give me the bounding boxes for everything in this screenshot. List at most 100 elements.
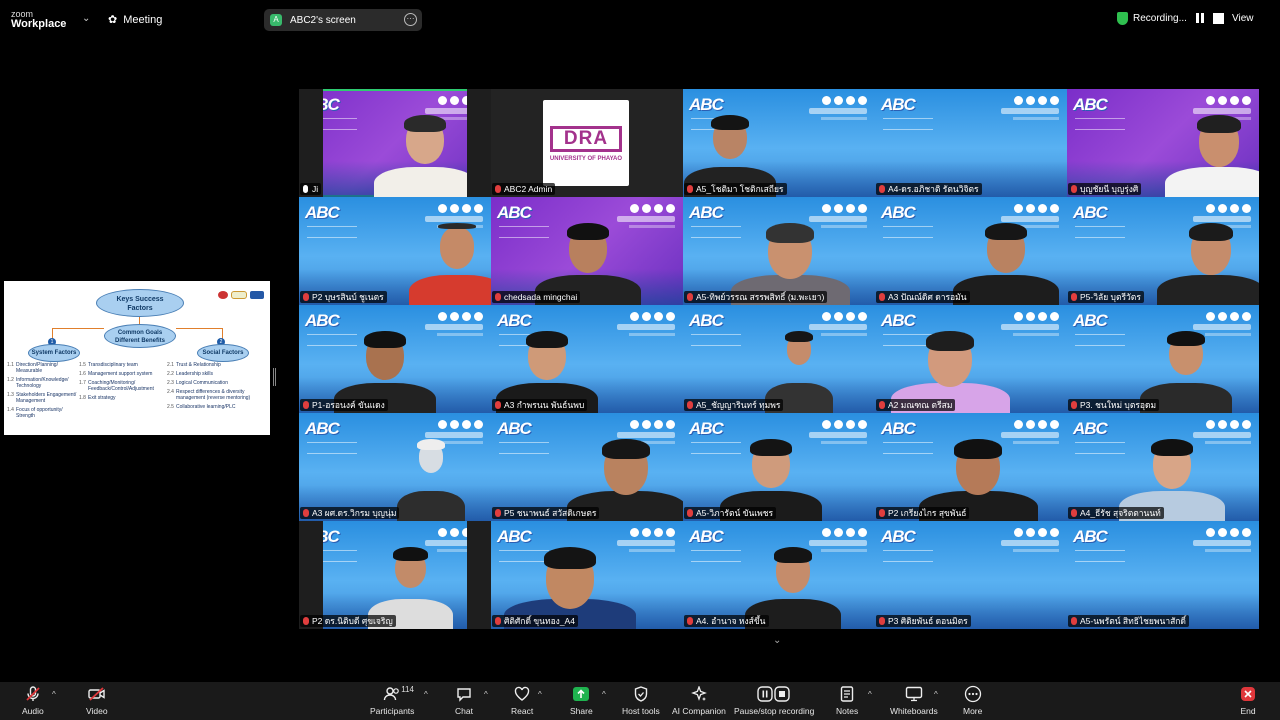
participant-video-hair (784, 331, 814, 343)
background-decoration (630, 420, 675, 429)
background-decoration (630, 204, 675, 213)
participant-tile[interactable]: ABC P1-อรอนงค์ ขันแดง (299, 305, 491, 413)
sparkle-icon (691, 684, 707, 704)
abc-banner-logo: ABC (497, 527, 532, 546)
meeting-label: Meeting (123, 13, 163, 26)
background-decoration (617, 540, 675, 546)
participant-tile[interactable]: ABC Ji (299, 89, 491, 197)
participant-tile[interactable]: ABC chedsada mingchai (491, 197, 683, 305)
participants-button[interactable]: 114 Participants (370, 684, 414, 716)
audio-options-caret[interactable]: ^ (52, 690, 56, 699)
view-button[interactable]: View (1232, 13, 1254, 24)
notes-button[interactable]: Notes (836, 684, 858, 716)
audio-button[interactable]: Audio (22, 684, 44, 716)
participant-tile[interactable]: ABC P5 ชนาพนธ์ สวัสดิเกษตร (491, 413, 683, 521)
participant-tile[interactable]: DRA UNIVERSITY OF PHAYAO ABC2 Admin (491, 89, 683, 197)
slide-item: 1.2 Information/Knowledge/ Technology (7, 377, 79, 389)
ai-companion-label: AI Companion (672, 706, 726, 716)
background-decoration (1014, 204, 1059, 213)
notes-options-caret[interactable]: ^ (868, 690, 872, 699)
more-button[interactable]: More (963, 684, 982, 716)
chat-options-caret[interactable]: ^ (484, 690, 488, 699)
panel-resize-handle[interactable] (273, 368, 276, 386)
participant-tile[interactable]: ABC A5-นพรัตน์ สิทธิไชยพนาสักดิ์ (1067, 521, 1259, 629)
participant-tile[interactable]: ABC A5_โชติมา โชติกเสถียร (683, 89, 875, 197)
shared-screen-thumbnail[interactable]: Keys Success Factors Common Goals Differ… (4, 281, 270, 435)
participant-tile[interactable]: ABC P5-วิลัย บุตรีวัตร (1067, 197, 1259, 305)
participant-tile[interactable]: ABC A3 ปัณณ์ดิศ ดารอมัน (875, 197, 1067, 305)
slide-item-number: 1.2 (7, 377, 14, 383)
mic-muted-icon (25, 684, 41, 704)
participant-tile[interactable]: ABC P3 ศิติยพันธ์ ดอนมิตร (875, 521, 1067, 629)
chevron-down-icon[interactable]: ⌄ (82, 13, 90, 24)
end-button[interactable]: End (1240, 684, 1256, 716)
screen-share-pill[interactable]: A ABC2's screen ··· (264, 9, 422, 31)
slide-item-number: 2.4 (167, 389, 174, 395)
background-decoration (1205, 333, 1251, 336)
chat-button[interactable]: Chat (455, 684, 473, 716)
system-factors-node: System Factors (28, 344, 80, 362)
participant-name-label: A3 ปัณณ์ดิศ ดารอมัน (876, 291, 970, 303)
slide-item-text: Focus of opportunity/ Strength (16, 407, 63, 419)
camera-off-icon (88, 684, 106, 704)
participant-tile[interactable]: ABC A2 มณฑณ ตรีสม (875, 305, 1067, 413)
background-decoration (438, 312, 483, 321)
participant-tile[interactable]: ABC A4-ดร.อภิชาติ รัตนวิจิตร (875, 89, 1067, 197)
share-options-caret[interactable]: ^ (602, 690, 606, 699)
heart-icon (514, 684, 530, 704)
stop-recording-icon[interactable] (1212, 13, 1224, 24)
more-options-icon[interactable]: ··· (404, 13, 417, 26)
abc-banner-logo: ABC (881, 203, 916, 222)
participant-video-hair (984, 223, 1028, 241)
participant-tile[interactable]: ABC ศิติศักดิ์ ขุนทอง_A4 (491, 521, 683, 629)
pause-recording-icon[interactable] (1195, 13, 1206, 24)
participant-tile[interactable]: ABC บุญชัยนี บุญรุ่งศิ (1067, 89, 1259, 197)
participant-tile[interactable]: ABC P2 ดร.นิติบดี ศุขเจริญ (299, 521, 491, 629)
participant-tile[interactable]: ABC P2 เกรียงไกร สุขพันธ์ (875, 413, 1067, 521)
participant-video-hair (404, 115, 446, 132)
dra-logo-subtitle: UNIVERSITY OF PHAYAO (549, 156, 623, 162)
participant-tile[interactable]: ABC P3. ชนใหม่ บุตรอุดม (1067, 305, 1259, 413)
pause-stop-recording-button[interactable]: Pause/stop recording (734, 684, 814, 716)
participant-tile[interactable]: ABC A4_ธีรัช สุจริตตานนท์ (1067, 413, 1259, 521)
participant-name-label: A5_ชัญญารินทร์ ทุมพร (684, 399, 784, 411)
react-options-caret[interactable]: ^ (538, 690, 542, 699)
slide-item: 2.4 Respect differences & diversity manag… (167, 389, 267, 401)
participants-options-caret[interactable]: ^ (424, 690, 428, 699)
react-button[interactable]: React (511, 684, 533, 716)
host-tools-button[interactable]: Host tools (622, 684, 660, 716)
participant-tile[interactable]: ABC A5-ทิพย์วรรณ สรรพสิทธิ์ (ม.พะเยา) (683, 197, 875, 305)
background-decoration (307, 226, 357, 238)
background-decoration (883, 442, 933, 454)
participant-tile[interactable]: ABC P2 บุษรสินบ์ ชูเนตร (299, 197, 491, 305)
share-button[interactable]: Share (570, 684, 593, 716)
slide-item-text: Stakeholders Engagement/ Management (16, 392, 77, 404)
video-button[interactable]: Video (86, 684, 108, 716)
meeting-menu[interactable]: ✿ Meeting (108, 13, 163, 27)
slide-item: 1.4 Focus of opportunity/ Strength (7, 407, 79, 419)
whiteboards-button[interactable]: Whiteboards (890, 684, 938, 716)
whiteboards-options-caret[interactable]: ^ (934, 690, 938, 699)
chevron-down-icon[interactable]: ⌄ (773, 635, 781, 646)
whiteboards-label: Whiteboards (890, 706, 938, 716)
participant-video-body (409, 275, 491, 305)
slide-item: 2.2 Leadership skills (167, 371, 267, 377)
participant-video-hair (526, 331, 568, 348)
participant-tile[interactable]: ABC A4. อำนาจ หงส์ขึ้น (683, 521, 875, 629)
abc-banner-logo: ABC (689, 203, 724, 222)
ai-companion-button[interactable]: AI Companion (672, 684, 726, 716)
slide-item-number: 2.3 (167, 380, 174, 386)
pause-stop-recording-label: Pause/stop recording (734, 706, 815, 716)
abc-banner-logo: ABC (497, 203, 532, 222)
participant-tile[interactable]: ABC A3 กำพรนน พันธ์นพบ (491, 305, 683, 413)
background-decoration (1001, 540, 1059, 546)
background-decoration (1014, 96, 1059, 105)
participant-tile[interactable]: ABC A5_ชัญญารินทร์ ทุมพร (683, 305, 875, 413)
sharer-badge: A (270, 14, 282, 26)
background-decoration (821, 441, 867, 444)
background-decoration (1075, 118, 1125, 130)
video-gallery: ABC Ji DRA UNIVERSITY OF PHAYAO ABC2 Admin AB… (299, 89, 1259, 629)
participant-tile[interactable]: ABC A5-วิภารัตน์ ขันเพชร (683, 413, 875, 521)
participant-tile[interactable]: ABC A3 ผศ.ดร.วิกรม บุญนุ่ม (299, 413, 491, 521)
background-decoration (822, 312, 867, 321)
